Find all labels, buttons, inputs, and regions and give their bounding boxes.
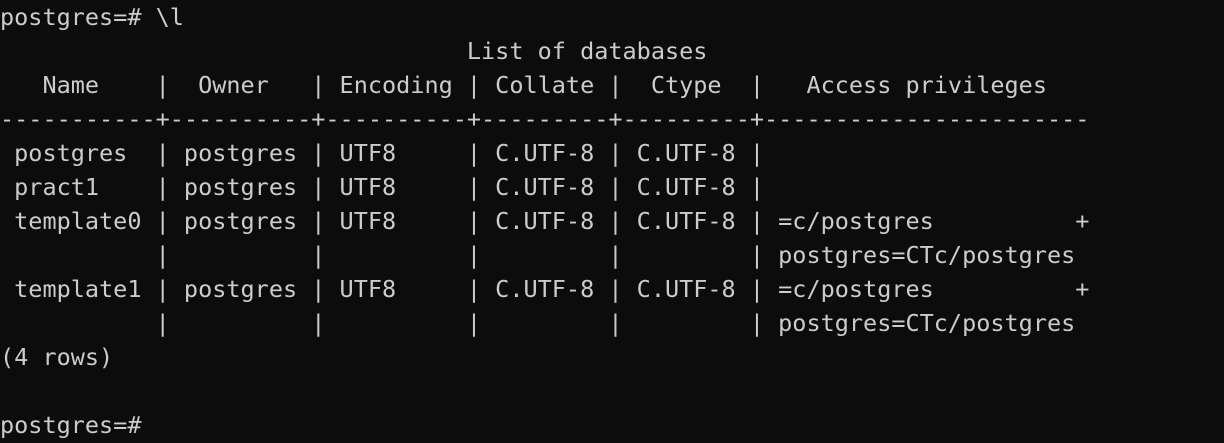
table-row: | | | | | postgres=CTc/postgres [0,309,1076,337]
text-cursor [141,412,155,438]
command-line: postgres=# \l [0,0,1224,34]
terminal-window[interactable]: postgres=# \l List of databases Name | O… [0,0,1224,443]
table-header: Name | Owner | Encoding | Collate | Ctyp… [0,71,1047,99]
prompt: postgres=# [0,3,142,31]
table-title: List of databases [0,37,708,65]
row-count-footer: (4 rows) [0,343,114,371]
table-row: template1 | postgres | UTF8 | C.UTF-8 | … [0,275,1090,303]
table-separator: -----------+----------+----------+------… [0,105,1090,133]
command-text: \l [155,3,184,31]
table-row: template0 | postgres | UTF8 | C.UTF-8 | … [0,207,1090,235]
table-row: postgres | postgres | UTF8 | C.UTF-8 | C… [0,139,765,167]
table-row: pract1 | postgres | UTF8 | C.UTF-8 | C.U… [0,173,765,201]
final-prompt-line[interactable]: postgres=# [0,408,1224,442]
table-row: | | | | | postgres=CTc/postgres [0,241,1076,269]
final-prompt: postgres=# [0,411,142,439]
